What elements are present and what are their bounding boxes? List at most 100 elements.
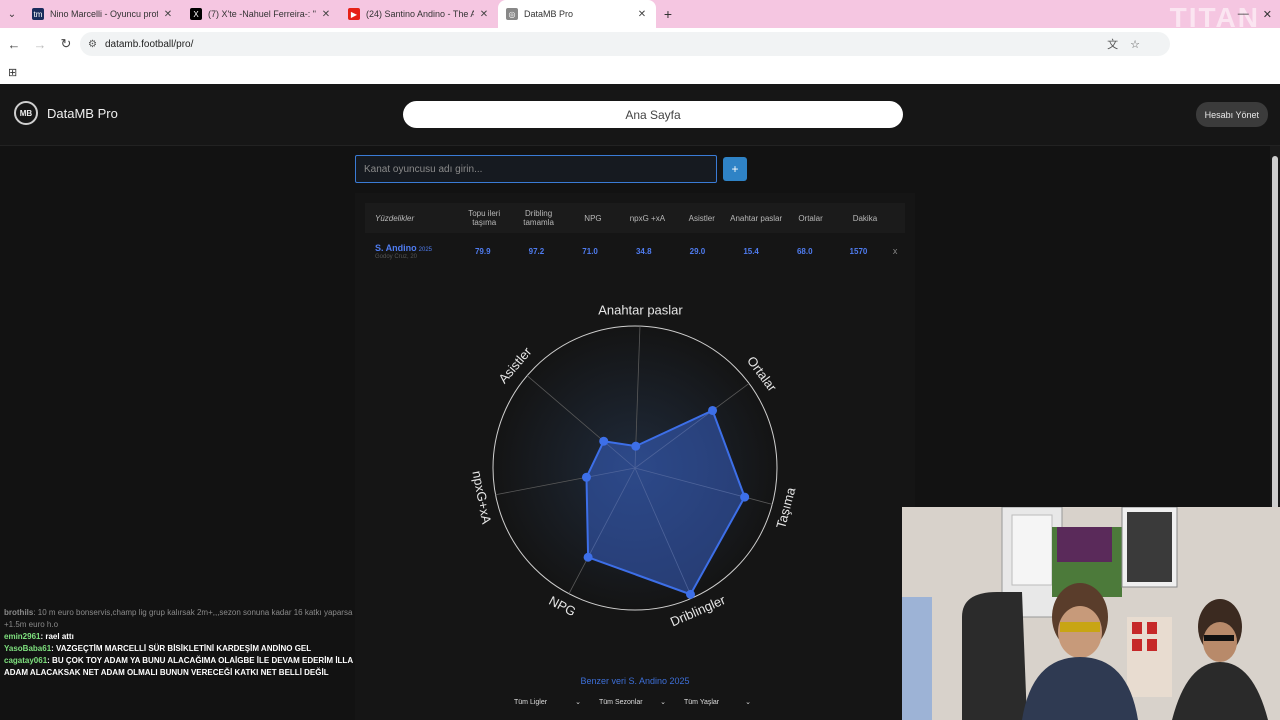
remove-player-button[interactable]: x	[885, 246, 905, 256]
chat-username: YasoBaba61	[4, 644, 52, 653]
table-value-cell: 79.9	[474, 246, 491, 256]
comparison-panel: Yüzdelikler Topu ileri taşıma Dribling tam…	[355, 193, 915, 720]
similar-filters: Tüm Ligler ⌄ Tüm Sezonlar ⌄ Tüm Yaşlar ⌄	[510, 695, 755, 709]
chat-message: YasoBaba61: VAZGEÇTİM MARCELLİ SÜR BİSİK…	[0, 643, 360, 655]
radar-axis-label: npxG+xA	[469, 470, 494, 526]
chat-text: : VAZGEÇTİM MARCELLİ SÜR BİSİKLETİNİ KAR…	[51, 644, 312, 653]
translate-icon[interactable]: 文	[1107, 36, 1118, 52]
radar-data-point[interactable]	[708, 405, 718, 415]
radar-data-point[interactable]	[583, 552, 593, 562]
bookmarks-bar: ⊞	[0, 60, 1280, 84]
radar-axis-label: Anahtar paslar	[598, 303, 683, 318]
logo-text: DataMB Pro	[47, 105, 118, 121]
browser-tab[interactable]: ▶ (24) Santino Andino - The Arge ✕	[340, 0, 498, 28]
table-value-cell: 29.0	[689, 246, 706, 256]
apps-grid-icon[interactable]: ⊞	[8, 66, 17, 79]
filter-select[interactable]: Tüm Ligler ⌄	[510, 695, 585, 709]
filter-select-label: Tüm Sezonlar	[599, 698, 643, 706]
tab-title: Nino Marcelli - Oyuncu profili	[50, 9, 158, 19]
table-value-cell: 1570	[849, 246, 868, 256]
chat-text: : BU ÇOK TOY ADAM YA BUNU ALACAĞIMA OLAİ…	[4, 656, 353, 677]
player-team: Godoy Cruz, 20	[375, 253, 418, 260]
table-header-cell: Yüzdelikler	[375, 213, 415, 223]
filter-select[interactable]: Tüm Yaşlar ⌄	[680, 695, 755, 709]
chat-message: brothils: 10 m euro bonservis,champ lig …	[0, 607, 360, 631]
logo-badge: MB	[14, 101, 38, 125]
radar-data-point[interactable]	[599, 436, 609, 446]
webcam-image	[902, 507, 1280, 720]
chevron-down-icon: ⌄	[575, 699, 581, 706]
radar-axis-label: NPG	[547, 593, 579, 619]
radar-chart-svg: Anahtar paslarOrtalarTaşımaDriblinglerNP…	[469, 303, 798, 630]
new-tab-button[interactable]: +	[656, 0, 680, 28]
table-row: S. Andino 2025 Godoy Cruz, 20 79.9 97.2 71.0 3…	[365, 233, 905, 269]
home-button[interactable]: Ana Sayfa	[403, 101, 903, 128]
player-season: 2025	[418, 246, 433, 253]
browser-tab[interactable]: ◎ DataMB Pro ✕	[498, 0, 656, 28]
radar-data-point[interactable]	[686, 589, 696, 599]
back-icon[interactable]: ←	[2, 32, 26, 56]
tab-favicon-icon: tm	[32, 8, 44, 20]
chat-message: emin2961: rael attı	[0, 631, 360, 643]
forward-icon[interactable]: →	[28, 32, 52, 56]
browser-tab-bar: ⌄ tm Nino Marcelli - Oyuncu profili ✕ X (7) …	[0, 0, 1280, 33]
filter-select-label: Tüm Yaşlar	[684, 698, 720, 706]
table-header-cell[interactable]: Dakika	[838, 214, 892, 223]
table-header-cell[interactable]: Dribling tamamla	[511, 209, 565, 227]
radar-data-point[interactable]	[631, 441, 641, 451]
tab-title: (7) X'te -Nahuel Ferreira-: "#Par	[208, 9, 316, 19]
manage-account-button[interactable]: Hesabı Yönet	[1195, 102, 1268, 127]
site-header: MB DataMB Pro Ana Sayfa Hesabı Yönet	[0, 84, 1280, 146]
table-header-cell[interactable]: Anahtar paslar	[729, 214, 783, 223]
table-header-cell[interactable]: Topu ileri taşıma	[457, 209, 511, 227]
similar-players-label: Benzer veri S. Andino 2025	[580, 676, 690, 686]
chat-username: brothils	[4, 608, 34, 617]
chat-text: : 10 m euro bonservis,champ lig grup kal…	[4, 608, 353, 629]
chat-message: cagatay061: BU ÇOK TOY ADAM YA BUNU ALAC…	[0, 655, 360, 679]
radar-data-point[interactable]	[581, 472, 591, 482]
radar-chart: Anahtar paslar Ortalar Taşıma Driblingler NP…	[460, 293, 810, 633]
tab-favicon-icon: X	[190, 8, 202, 20]
table-value-cell: 34.8	[635, 246, 652, 256]
webcam-overlay	[902, 507, 1280, 720]
reload-icon[interactable]: ↻	[54, 32, 78, 56]
site-logo[interactable]: MB DataMB Pro	[14, 101, 118, 125]
browser-tab[interactable]: tm Nino Marcelli - Oyuncu profili ✕	[24, 0, 182, 28]
tab-close-icon[interactable]: ✕	[162, 9, 174, 20]
filter-select[interactable]: Tüm Sezonlar ⌄	[595, 695, 670, 709]
table-value-cell: 71.0	[582, 246, 598, 256]
stream-chat-overlay: brothils: 10 m euro bonservis,champ lig …	[0, 607, 360, 679]
table-value-cell: 97.2	[528, 246, 545, 256]
browser-tab[interactable]: X (7) X'te -Nahuel Ferreira-: "#Par ✕	[182, 0, 340, 28]
player-name-text: S. Andino	[375, 242, 417, 253]
table-header-cell[interactable]: Asistler	[675, 214, 729, 223]
bookmark-star-icon[interactable]: ☆	[1130, 38, 1140, 51]
player-search-input[interactable]	[355, 155, 717, 183]
table-header-cell[interactable]: NPG	[566, 214, 620, 223]
tab-title: (24) Santino Andino - The Arge	[366, 9, 474, 19]
site-info-icon[interactable]: ⚙	[88, 39, 97, 50]
table-header-cell[interactable]: npxG +xA	[620, 214, 674, 223]
tab-close-icon[interactable]: ✕	[478, 9, 490, 20]
player-name[interactable]: S. Andino 2025	[375, 243, 456, 253]
browser-address-bar: ← → ↻ ⚙ datamb.football/pro/ 文 ☆ ⧉ ≡ ⋮	[0, 28, 1280, 79]
chevron-down-icon: ⌄	[660, 699, 666, 706]
table-value-cell: 68.0	[796, 246, 813, 256]
filter-select-label: Tüm Ligler	[514, 698, 548, 706]
table-header-cell[interactable]: Ortalar	[783, 214, 837, 223]
radar-data-point[interactable]	[740, 492, 750, 502]
tab-close-icon[interactable]: ✕	[320, 9, 332, 20]
chat-username: emin2961	[4, 632, 41, 641]
table-value-cell: 15.4	[743, 246, 759, 256]
tab-search-icon[interactable]: ⌄	[0, 0, 24, 28]
url-text: datamb.football/pro/	[104, 38, 194, 50]
tab-favicon-icon: ◎	[506, 8, 518, 20]
scrollbar-thumb[interactable]	[1272, 156, 1278, 536]
minimize-icon[interactable]: —	[1238, 8, 1249, 20]
url-field[interactable]: ⚙ datamb.football/pro/	[80, 32, 1170, 56]
table-header: Yüzdelikler Topu ileri taşıma Dribling tam…	[365, 203, 905, 233]
tab-close-icon[interactable]: ✕	[636, 9, 648, 20]
close-window-icon[interactable]: ✕	[1263, 8, 1272, 21]
player-cell: S. Andino 2025 Godoy Cruz, 20	[365, 243, 456, 260]
add-player-button[interactable]: +	[723, 157, 747, 181]
